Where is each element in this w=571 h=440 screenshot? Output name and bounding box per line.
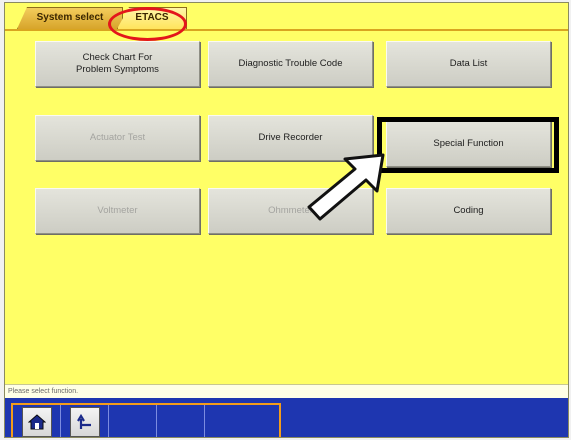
data-list-button[interactable]: Data List	[386, 41, 551, 87]
dock-cell-empty-3	[205, 405, 279, 437]
pointer-arrow-icon	[307, 153, 385, 221]
coding-label: Coding	[453, 205, 484, 216]
tab-system-select[interactable]: System select	[17, 7, 123, 29]
status-message: Please select function.	[8, 388, 79, 395]
actuator-test-label: Actuator Test	[89, 132, 146, 143]
actuator-test-button: Actuator Test	[35, 115, 200, 161]
toolbar-dock	[11, 403, 281, 437]
tab-bar: System select ETACS	[5, 3, 568, 41]
dock-cell-empty-2	[157, 405, 205, 437]
coding-button[interactable]: Coding	[386, 188, 551, 234]
dock-cell-home	[13, 405, 61, 437]
tab-highlight-circle	[108, 7, 187, 41]
home-button[interactable]	[21, 407, 52, 437]
voltmeter-label: Voltmeter	[97, 205, 138, 216]
return-button[interactable]	[69, 407, 100, 437]
dock-cell-empty-1	[109, 405, 157, 437]
drive-recorder-label: Drive Recorder	[258, 132, 323, 143]
data-list-label: Data List	[449, 58, 488, 69]
voltmeter-button: Voltmeter	[35, 188, 200, 234]
diagnostic-trouble-code-button[interactable]: Diagnostic Trouble Code	[208, 41, 373, 87]
tab-system-select-label: System select	[36, 12, 104, 23]
diagnostic-trouble-code-label: Diagnostic Trouble Code	[238, 58, 343, 69]
home-icon	[27, 414, 46, 430]
dock-cell-return	[61, 405, 109, 437]
return-icon	[76, 413, 91, 429]
check-chart-label: Check Chart For Problem Symptoms	[76, 52, 159, 75]
bottom-toolbar	[5, 398, 568, 437]
app-window: System select ETACS Check Chart For Prob…	[4, 2, 569, 438]
status-bar: Please select function.	[5, 384, 568, 398]
check-chart-button[interactable]: Check Chart For Problem Symptoms	[35, 41, 200, 87]
special-function-highlight-box	[377, 117, 559, 173]
